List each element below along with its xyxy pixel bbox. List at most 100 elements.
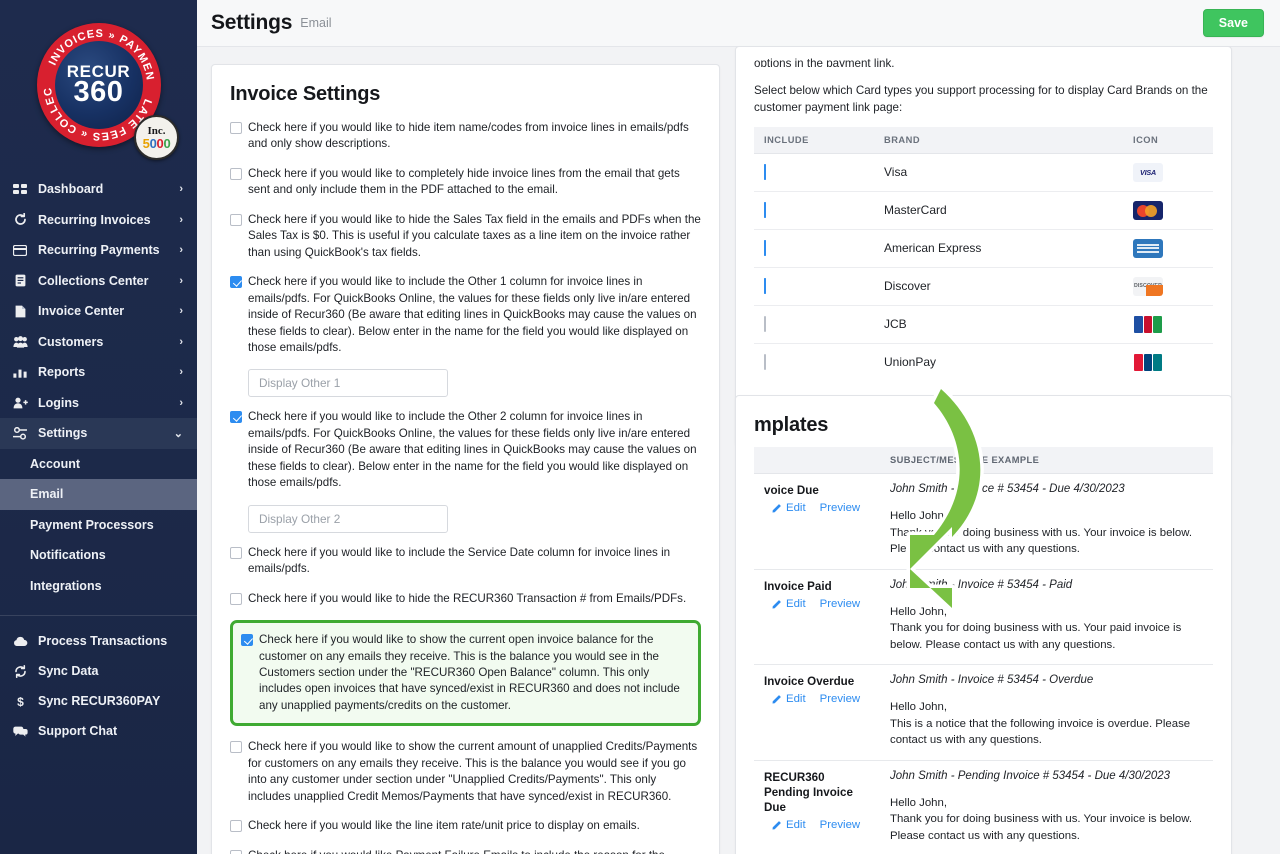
display-other-2-input[interactable] — [248, 504, 448, 533]
checkbox[interactable] — [230, 546, 242, 559]
setting-label: Check here if you would like to show the… — [248, 740, 698, 803]
checkbox-mastercard[interactable] — [764, 202, 766, 219]
sidebar-item-sync-data[interactable]: Sync Data — [0, 656, 197, 686]
template-body-line1: Hello John, — [890, 701, 947, 714]
card-icon — [12, 243, 28, 257]
setting-label: Check here if you would like to include … — [248, 410, 697, 490]
setting-show-unapplied-credits[interactable]: Check here if you would like to show the… — [230, 739, 701, 805]
sidebar: INVOICES » PAYMENTS LATE FEES « COLLECTI… — [0, 0, 197, 854]
edit-link[interactable]: Edit — [772, 819, 806, 831]
checkbox-jcb[interactable] — [764, 316, 766, 333]
sidebar-item-invoice-center[interactable]: Invoice Center › — [0, 296, 197, 327]
template-actions: Edit Preview — [764, 598, 870, 610]
highlighted-setting-open-balance[interactable]: Check here if you would like to show the… — [230, 620, 701, 727]
setting-hide-item-names[interactable]: Check here if you would like to hide ite… — [230, 120, 701, 153]
preview-link[interactable]: Preview — [820, 502, 861, 514]
setting-label: Check here if you would like Payment Fai… — [248, 848, 701, 854]
save-button[interactable]: Save — [1202, 9, 1264, 37]
preview-link[interactable]: Preview — [820, 819, 861, 831]
invoice-settings-card: Invoice Settings Check here if you would… — [211, 64, 720, 854]
checkbox[interactable] — [230, 849, 242, 854]
templates-table-head: SUBJECT/MESSAGE EXAMPLE — [754, 447, 1213, 474]
chevron-right-icon: › — [179, 396, 183, 409]
preview-label: Preview — [819, 818, 861, 831]
chevron-right-icon: › — [179, 213, 183, 226]
templates-body: mplates SUBJECT/MESSAGE EXAMPLE voice Du… — [736, 396, 1231, 854]
template-body-line2: Thank you for doing business with us. Yo… — [890, 813, 1193, 842]
sidebar-subitem-label: Payment Processors — [30, 517, 154, 532]
checkbox[interactable] — [241, 634, 253, 647]
users-icon — [12, 335, 28, 349]
sidebar-item-label: Collections Center — [38, 273, 149, 288]
table-row: American Express — [754, 229, 1213, 268]
setting-show-open-balance[interactable]: Check here if you would like to show the… — [241, 632, 688, 714]
cell-include — [754, 153, 874, 192]
checkbox[interactable] — [230, 276, 242, 289]
column-header-subject-message: SUBJECT/MESSAGE EXAMPLE — [880, 447, 1213, 474]
checkbox[interactable] — [230, 213, 242, 226]
setting-include-other1[interactable]: Check here if you would like to include … — [230, 274, 701, 356]
brand-logo[interactable]: INVOICES » PAYMENTS LATE FEES « COLLECTI… — [0, 0, 197, 170]
sidebar-item-recurring-invoices[interactable]: Recurring Invoices › — [0, 205, 197, 236]
checkbox[interactable] — [230, 122, 242, 134]
table-row: UnionPay — [754, 343, 1213, 381]
checkbox[interactable] — [230, 592, 242, 605]
sidebar-item-support-chat[interactable]: Support Chat — [0, 716, 197, 746]
setting-payment-failure-reason[interactable]: Check here if you would like Payment Fai… — [230, 848, 701, 854]
setting-label: Check here if you would like to show the… — [259, 633, 680, 712]
column-header-template-name — [754, 447, 880, 474]
edit-label: Edit — [786, 597, 806, 610]
sidebar-item-collections-center[interactable]: Collections Center › — [0, 266, 197, 297]
sidebar-item-recurring-payments[interactable]: Recurring Payments › — [0, 235, 197, 266]
setting-include-other2[interactable]: Check here if you would like to include … — [230, 409, 701, 491]
sidebar-item-process-transactions[interactable]: Process Transactions — [0, 626, 197, 656]
sidebar-item-reports[interactable]: Reports › — [0, 357, 197, 388]
cell-include — [754, 343, 874, 381]
gear-icon — [12, 426, 28, 440]
setting-hide-sales-tax[interactable]: Check here if you would like to hide the… — [230, 212, 701, 261]
sidebar-item-payment-processors[interactable]: Payment Processors — [0, 510, 197, 541]
sidebar-subitem-label: Notifications — [30, 548, 106, 563]
display-other-1-input[interactable] — [248, 369, 448, 398]
templates-title: mplates — [754, 414, 829, 436]
sidebar-item-notifications[interactable]: Notifications — [0, 540, 197, 571]
checkbox[interactable] — [230, 411, 242, 424]
table-row: Visa VISA — [754, 153, 1213, 192]
checkbox[interactable] — [230, 820, 242, 833]
checkbox[interactable] — [230, 741, 242, 754]
sidebar-item-email[interactable]: Email — [0, 479, 197, 510]
preview-link[interactable]: Preview — [820, 598, 861, 610]
cell-subject-message: John Smith - Invoice # 53454 - Paid Hell… — [880, 569, 1213, 666]
setting-include-service-date[interactable]: Check here if you would like to include … — [230, 545, 701, 578]
sidebar-item-settings[interactable]: Settings ⌄ — [0, 418, 197, 449]
template-name: Invoice Overdue — [764, 675, 855, 689]
preview-link[interactable]: Preview — [820, 693, 861, 705]
sidebar-item-integrations[interactable]: Integrations — [0, 571, 197, 602]
setting-hide-transaction-number[interactable]: Check here if you would like to hide the… — [230, 591, 701, 607]
template-actions: Edit Preview — [764, 819, 870, 831]
sidebar-item-logins[interactable]: Logins › — [0, 388, 197, 419]
logo-line2: 360 — [73, 76, 124, 109]
checkbox-unionpay[interactable] — [764, 354, 766, 371]
edit-link[interactable]: Edit — [772, 598, 806, 610]
setting-label: Check here if you would like to hide ite… — [248, 121, 689, 151]
edit-link[interactable]: Edit — [772, 693, 806, 705]
chevron-right-icon: › — [179, 274, 183, 287]
chevron-right-icon: › — [179, 335, 183, 348]
checkbox-amex[interactable] — [764, 240, 766, 257]
document-icon — [12, 304, 28, 318]
checkbox-discover[interactable] — [764, 278, 766, 295]
chevron-right-icon: › — [179, 244, 183, 257]
sidebar-item-sync-recur360pay[interactable]: $ Sync RECUR360PAY — [0, 686, 197, 716]
setting-hide-invoice-lines[interactable]: Check here if you would like to complete… — [230, 166, 701, 199]
template-body: Hello John, Thank you for doing business… — [890, 508, 1203, 558]
sidebar-item-account[interactable]: Account — [0, 449, 197, 480]
sidebar-item-dashboard[interactable]: Dashboard › — [0, 174, 197, 205]
preview-label: Preview — [819, 502, 861, 515]
setting-show-line-item-rate[interactable]: Check here if you would like the line it… — [230, 818, 701, 834]
checkbox[interactable] — [230, 167, 242, 180]
checkbox-visa[interactable] — [764, 164, 766, 181]
edit-link[interactable]: Edit — [772, 502, 806, 514]
sidebar-item-customers[interactable]: Customers › — [0, 327, 197, 358]
column-header-include: INCLUDE — [754, 126, 874, 154]
